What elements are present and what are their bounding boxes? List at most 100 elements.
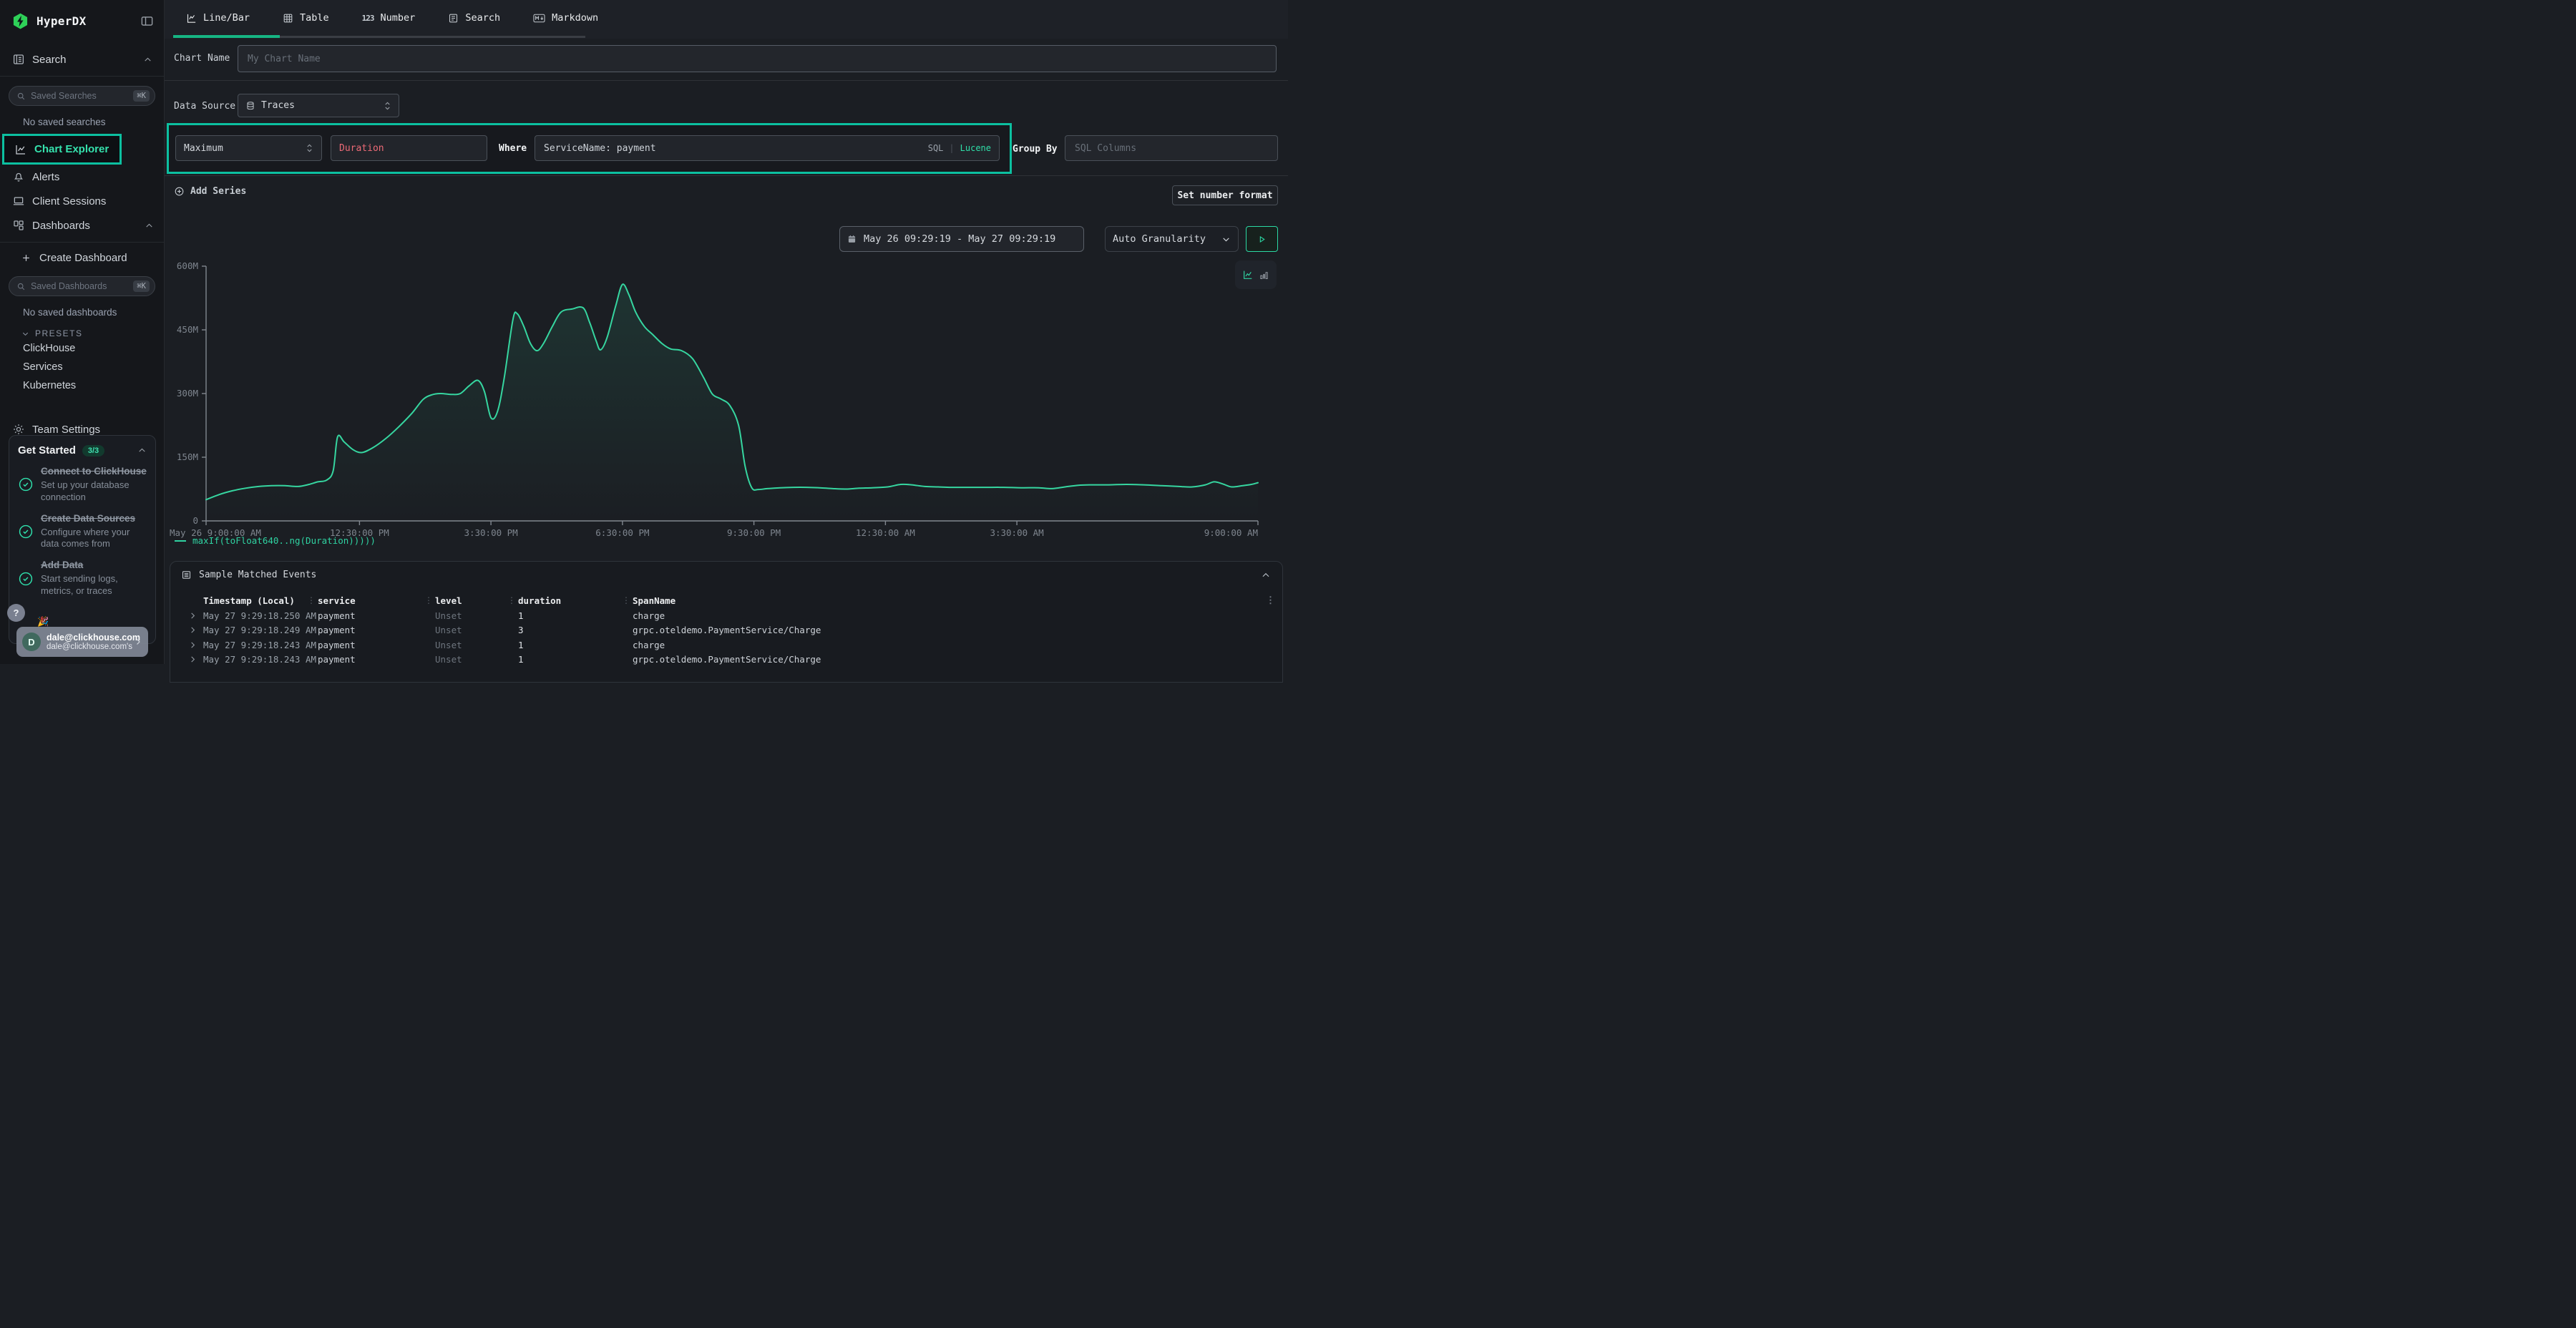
presets-toggle[interactable]: PRESETS: [21, 328, 164, 338]
table-row[interactable]: May 27 9:29:18.250 AMpaymentUnset1charge: [170, 608, 1282, 623]
user-subtext: dale@clickhouse.com's: [47, 643, 122, 651]
chart-name-input[interactable]: [238, 45, 1277, 72]
table-cell: charge: [633, 610, 1257, 621]
sidebar-item-chart-explorer[interactable]: Chart Explorer: [4, 136, 119, 162]
table-row[interactable]: May 27 9:29:18.243 AMpaymentUnset1charge: [170, 638, 1282, 653]
run-query-button[interactable]: [1246, 226, 1278, 252]
tab-underline-active: [173, 35, 280, 38]
table-cell: charge: [633, 640, 1257, 650]
get-started-item-desc: Set up your database connection: [41, 479, 147, 504]
create-dashboard-button[interactable]: Create Dashboard: [0, 245, 164, 270]
svg-text:450M: 450M: [177, 324, 198, 335]
where-label: Where: [499, 143, 527, 154]
svg-text:6:30:00 PM: 6:30:00 PM: [595, 527, 649, 538]
granularity-select[interactable]: Auto Granularity: [1105, 226, 1239, 252]
row-expand-icon[interactable]: [189, 641, 197, 649]
bell-icon: [11, 170, 26, 183]
search-doc-icon: [448, 13, 459, 24]
drag-handle-icon[interactable]: ⋮: [622, 595, 630, 605]
group-by-label: Group By: [1013, 144, 1058, 155]
no-saved-dashboards-text: No saved dashboards: [23, 307, 164, 318]
chevron-up-icon[interactable]: [137, 446, 147, 455]
set-number-format-button[interactable]: Set number format: [1172, 185, 1278, 205]
search-section-label: Search: [32, 54, 67, 66]
get-started-item-title: Create Data Sources: [41, 513, 147, 525]
table-row[interactable]: May 27 9:29:18.249 AMpaymentUnset3grpc.o…: [170, 623, 1282, 638]
tab-markdown[interactable]: Markdown: [533, 12, 598, 24]
table-cell: grpc.oteldemo.PaymentService/Charge: [633, 625, 1257, 635]
tab-number[interactable]: 123 Number: [362, 12, 416, 24]
table-cell: Unset: [435, 610, 518, 621]
plus-icon: [21, 253, 31, 263]
column-header[interactable]: ⋮SpanName: [633, 595, 1257, 606]
table-cell: 1: [518, 610, 633, 621]
data-source-select[interactable]: Traces: [238, 94, 399, 117]
sidebar-item-client-sessions[interactable]: Client Sessions: [0, 189, 164, 213]
get-started-item[interactable]: Create Data SourcesConfigure where your …: [18, 513, 147, 551]
database-icon: [245, 101, 255, 111]
get-started-item[interactable]: Connect to ClickHouseSet up your databas…: [18, 466, 147, 504]
alerts-label: Alerts: [32, 171, 59, 183]
sidebar-item-preset[interactable]: Services: [0, 358, 164, 376]
drag-handle-icon[interactable]: ⋮: [307, 595, 316, 605]
panel-collapse-chevron-icon[interactable]: [1261, 570, 1271, 580]
get-started-card: Get Started 3/3 Connect to ClickHouseSet…: [9, 435, 156, 644]
table-cell: payment: [318, 654, 435, 665]
line-bar-icon: [186, 13, 197, 24]
column-header[interactable]: ⋮duration: [518, 595, 633, 606]
column-header[interactable]: ⋮level: [435, 595, 518, 606]
drag-handle-icon[interactable]: ⋮: [424, 595, 433, 605]
field-input[interactable]: Duration: [331, 135, 487, 161]
divider: [0, 242, 164, 243]
divider: [165, 80, 1288, 81]
divider: [165, 175, 1288, 176]
sidebar-item-alerts[interactable]: Alerts: [0, 165, 164, 189]
get-started-item[interactable]: Add DataStart sending logs, metrics, or …: [18, 560, 147, 597]
table-options-kebab-icon[interactable]: ⋮: [1257, 595, 1275, 606]
saved-searches-input[interactable]: Saved Searches ⌘K: [9, 86, 155, 106]
events-panel-title: Sample Matched Events: [199, 570, 316, 580]
where-input-wrap: SQL | Lucene: [535, 135, 1000, 161]
data-source-label: Data Source: [174, 101, 235, 112]
row-expand-icon[interactable]: [189, 655, 197, 663]
column-header[interactable]: ⋮service: [318, 595, 435, 606]
sidebar-item-preset[interactable]: ClickHouse: [0, 339, 164, 357]
group-by-input[interactable]: [1065, 135, 1278, 161]
tab-table[interactable]: Table: [283, 12, 329, 24]
select-chevrons-icon: [306, 143, 313, 153]
chart-type-tabbar: Line/Bar Table 123 Number Search Markdow…: [165, 0, 1288, 39]
sidebar-section-search[interactable]: Search: [0, 46, 164, 73]
add-series-button[interactable]: Add Series: [174, 186, 246, 197]
help-button[interactable]: ?: [7, 604, 25, 622]
presets-list: ClickHouseServicesKubernetes: [0, 339, 164, 394]
sidebar-item-preset[interactable]: Kubernetes: [0, 376, 164, 394]
column-header[interactable]: Timestamp (Local): [203, 595, 318, 606]
field-value: Duration: [339, 143, 384, 154]
row-expand-icon[interactable]: [189, 612, 197, 620]
saved-searches-placeholder: Saved Searches: [31, 91, 97, 101]
aggregation-select[interactable]: Maximum: [175, 135, 322, 161]
saved-dashboards-input[interactable]: Saved Dashboards ⌘K: [9, 276, 155, 296]
row-expand-icon[interactable]: [189, 626, 197, 634]
tab-search[interactable]: Search: [448, 12, 500, 24]
svg-text:9:30:00 PM: 9:30:00 PM: [727, 527, 781, 538]
svg-text:300M: 300M: [177, 388, 198, 399]
no-saved-searches-text: No saved searches: [23, 117, 164, 127]
sidebar-item-dashboards[interactable]: Dashboards: [0, 213, 164, 238]
divider: [0, 76, 164, 77]
user-menu[interactable]: D dale@clickhouse.com dale@clickhouse.co…: [16, 627, 148, 657]
drag-handle-icon[interactable]: ⋮: [507, 595, 516, 605]
where-input[interactable]: [535, 136, 999, 160]
sidebar-collapse-icon[interactable]: [140, 14, 154, 28]
tab-line-bar[interactable]: Line/Bar: [186, 12, 250, 24]
date-range-input[interactable]: May 26 09:29:19 - May 27 09:29:19: [839, 226, 1084, 252]
svg-text:150M: 150M: [177, 451, 198, 462]
get-started-item-title: Connect to ClickHouse: [41, 466, 147, 478]
table-row[interactable]: May 27 9:29:18.243 AMpaymentUnset1grpc.o…: [170, 653, 1282, 668]
get-started-items: Connect to ClickHouseSet up your databas…: [18, 466, 147, 597]
table-cell: payment: [318, 625, 435, 635]
timeseries-chart[interactable]: 600M450M300M150M0May 26 9:00:00 AM12:30:…: [169, 259, 1279, 540]
presets-label: PRESETS: [35, 328, 83, 338]
tab-label: Search: [465, 12, 500, 24]
chevron-up-icon: [143, 55, 152, 64]
